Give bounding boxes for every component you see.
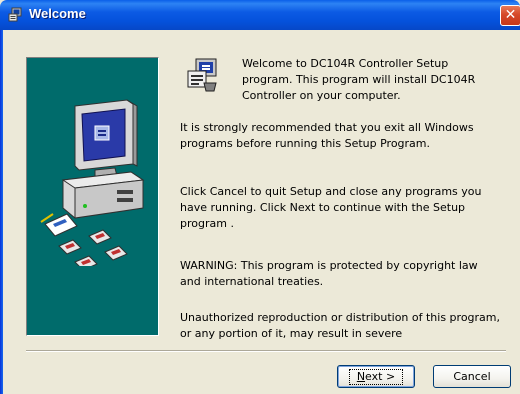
- close-icon: ✕: [504, 7, 517, 23]
- setup-window: Welcome ✕ Welcome to DC104R Controller S…: [0, 0, 520, 394]
- cancel-button[interactable]: Cancel: [433, 365, 511, 388]
- title-bar[interactable]: Welcome ✕: [0, 0, 520, 30]
- info-text-area: It is strongly recommended that you exit…: [170, 50, 510, 342]
- side-image-panel: [26, 57, 159, 336]
- next-mnemonic: N: [356, 370, 366, 383]
- window-border: [0, 30, 3, 394]
- window-title: Welcome: [29, 6, 86, 21]
- setup-icon: [7, 7, 23, 23]
- close-button[interactable]: ✕: [500, 5, 520, 26]
- next-button-label: Next >: [348, 369, 404, 385]
- exit-programs-text: It is strongly recommended that you exit…: [180, 121, 474, 150]
- copyright-warning: WARNING: This program is protected by co…: [180, 259, 478, 288]
- button-separator: [26, 350, 506, 352]
- next-label-rest: ext >: [365, 370, 396, 383]
- unauthorized-warning: Unauthorized reproduction or distributio…: [180, 311, 501, 340]
- cancel-next-instructions: Click Cancel to quit Setup and close any…: [180, 185, 482, 230]
- computer-illustration: [40, 99, 145, 266]
- next-button[interactable]: Next >: [337, 365, 415, 388]
